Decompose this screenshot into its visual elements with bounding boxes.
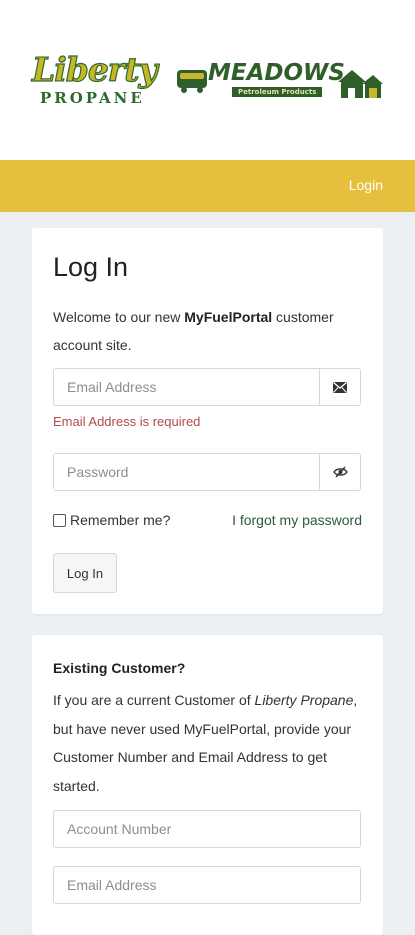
existing-customer-title: Existing Customer?: [53, 660, 186, 676]
welcome-text: Welcome to our new MyFuelPortal customer…: [53, 303, 353, 359]
email-error-message: Email Address is required: [53, 414, 201, 429]
fuel-truck-icon: [177, 70, 207, 93]
nav-login-link[interactable]: Login: [349, 177, 383, 193]
account-number-field: [53, 810, 361, 848]
liberty-logo-word: Liberty: [31, 50, 158, 89]
existing-text-part-1: If you are a current Customer of: [53, 692, 255, 708]
page-title: Log In: [53, 252, 129, 282]
existing-customer-card: Existing Customer? If you are a current …: [32, 635, 383, 935]
email-input[interactable]: [54, 369, 314, 405]
propane-logo-word: PROPANE: [40, 89, 145, 107]
welcome-text-pre: Welcome to our new: [53, 309, 185, 325]
meadows-logo-word: MEADOWS: [208, 60, 345, 86]
existing-customer-text: If you are a current Customer of Liberty…: [53, 686, 365, 800]
house-icon: [338, 70, 383, 98]
remember-me-label: Remember me?: [70, 512, 171, 528]
remember-me-checkbox[interactable]: Remember me?: [53, 512, 170, 528]
portal-name: MyFuelPortal: [184, 309, 273, 325]
top-navbar: Login: [0, 160, 415, 212]
account-number-input[interactable]: [54, 811, 354, 847]
meadows-logo-subtitle: Petroleum Products: [232, 87, 323, 97]
existing-email-input[interactable]: [54, 867, 354, 903]
remember-me-box[interactable]: [53, 513, 66, 527]
liberty-propane-logo: Liberty PROPANE: [31, 50, 162, 118]
company-name: Liberty Propane: [254, 692, 354, 708]
site-header: Liberty PROPANE MEADOWS Petroleum Produc…: [0, 0, 415, 160]
envelope-icon: [319, 369, 360, 405]
meadows-petroleum-logo: MEADOWS Petroleum Products: [176, 60, 386, 104]
login-button[interactable]: Log In: [53, 553, 117, 593]
password-field: [53, 453, 361, 491]
eye-slash-icon[interactable]: [319, 454, 360, 490]
email-field: [53, 368, 361, 406]
password-input[interactable]: [54, 454, 314, 490]
login-card: Log In Welcome to our new MyFuelPortal c…: [32, 228, 383, 614]
forgot-password-link[interactable]: I forgot my password: [232, 512, 362, 528]
existing-email-field: [53, 866, 361, 904]
